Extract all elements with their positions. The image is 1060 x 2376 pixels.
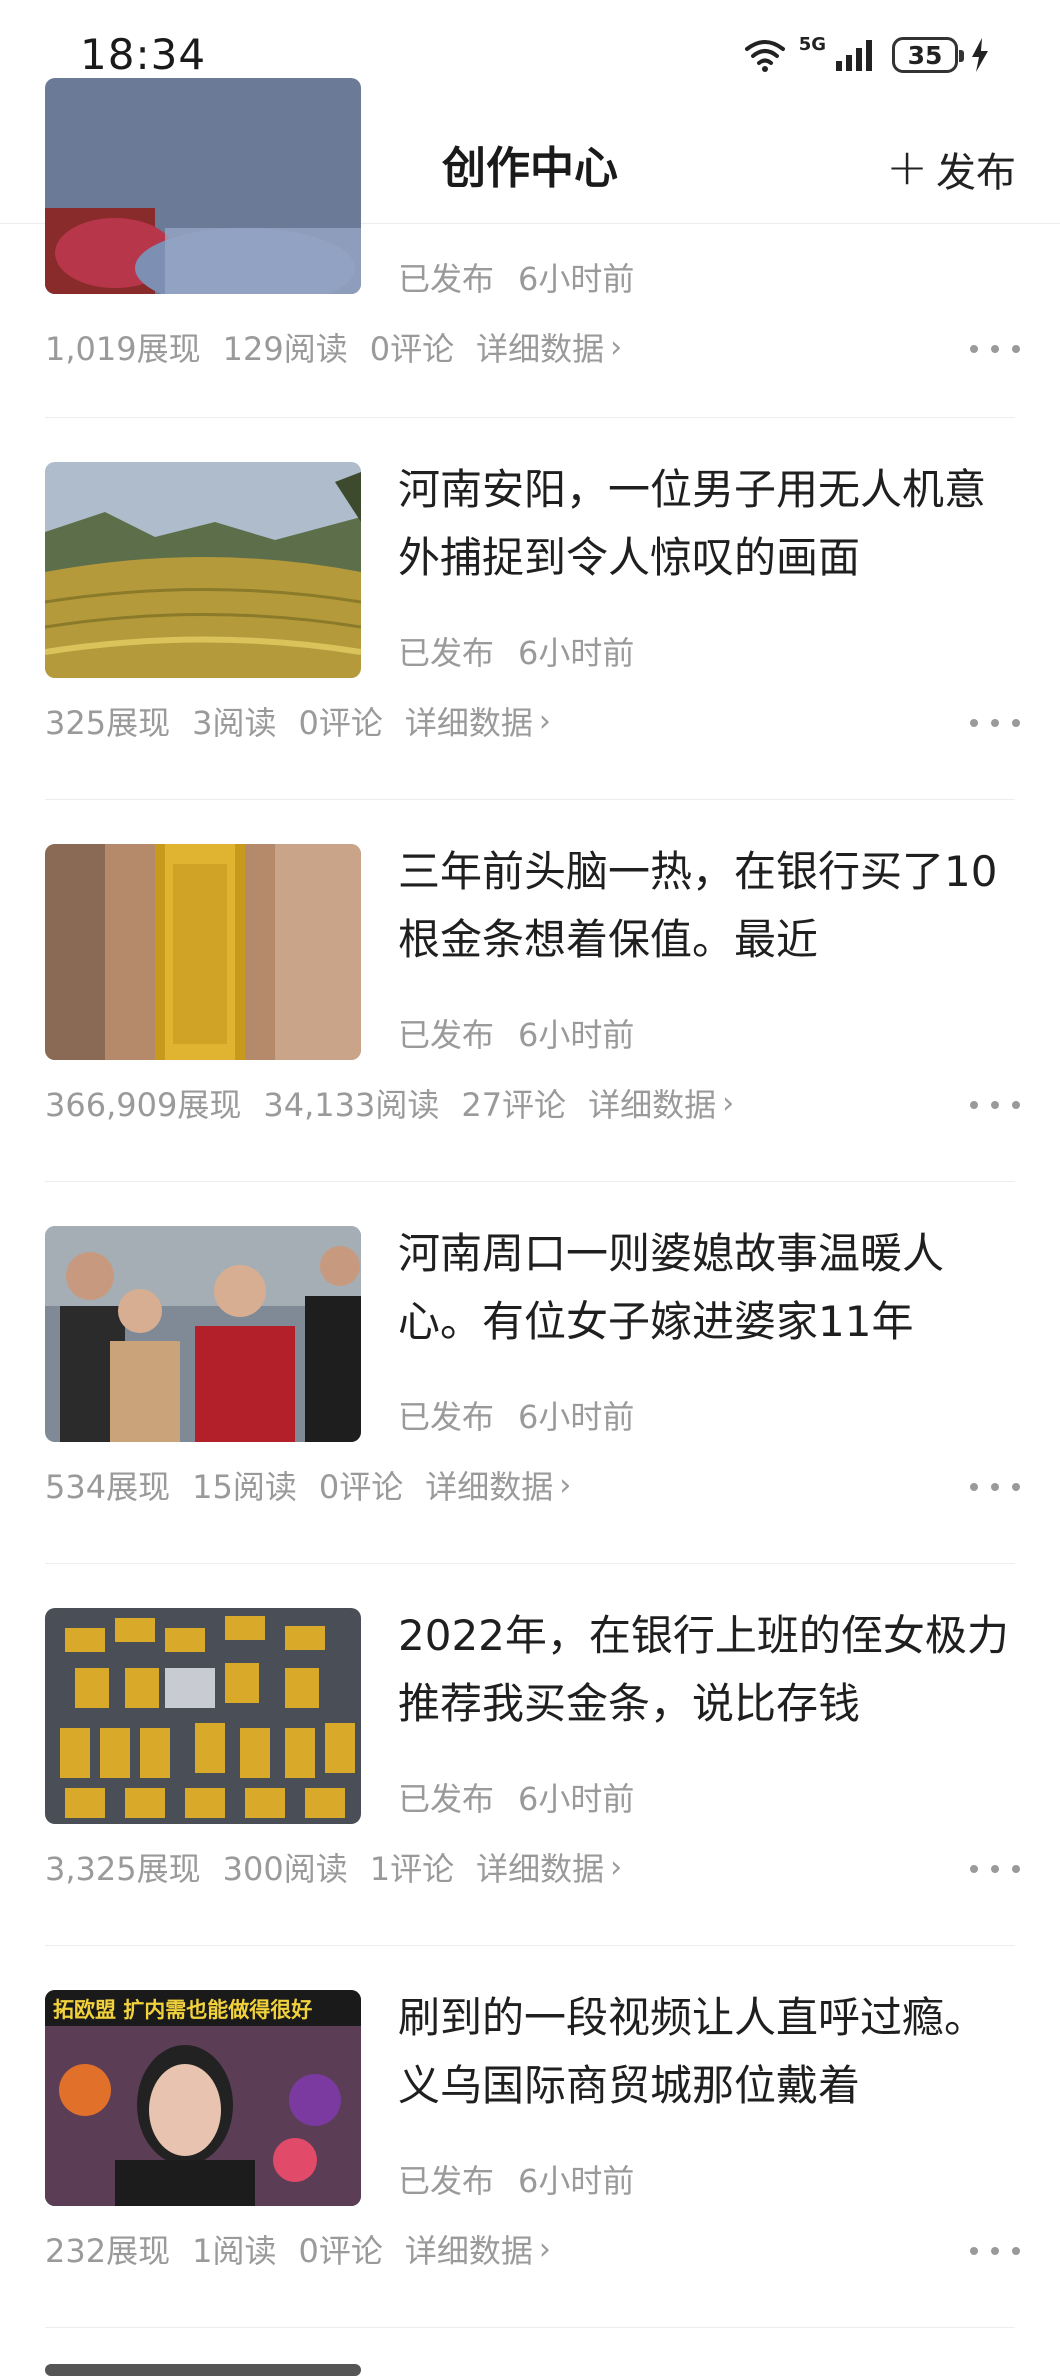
more-options-icon[interactable] bbox=[970, 1854, 1020, 1884]
article-title[interactable]: 河南安阳，一位男子用无人机意外捕捉到令人惊叹的画面 bbox=[398, 456, 1018, 592]
detail-data-link[interactable]: 详细数据 bbox=[588, 1080, 716, 1126]
signal-icon bbox=[834, 37, 880, 73]
article-title[interactable]: 刷到的一段视频让人直呼过瘾。义乌国际商贸城那位戴着 bbox=[398, 1984, 1018, 2120]
plus-icon: + bbox=[886, 138, 928, 196]
publish-button[interactable]: + 发布 bbox=[886, 115, 1016, 223]
comments-count: 0评论 bbox=[298, 704, 383, 742]
article-meta: 已发布 6小时前 bbox=[398, 1010, 634, 1056]
divider bbox=[45, 1945, 1015, 1946]
publish-time: 6小时前 bbox=[518, 1398, 635, 1436]
article-stats: 534展现 15阅读 0评论 详细数据 › bbox=[45, 1462, 593, 1508]
article-thumbnail bbox=[45, 78, 361, 294]
comments-count: 1评论 bbox=[369, 1850, 455, 1888]
publish-time: 6小时前 bbox=[518, 260, 635, 298]
divider bbox=[45, 417, 1015, 418]
reads-count: 129阅读 bbox=[222, 330, 348, 368]
publish-status: 已发布 bbox=[398, 260, 495, 298]
wifi-icon bbox=[743, 37, 787, 73]
more-options-icon[interactable] bbox=[970, 2236, 1020, 2266]
divider bbox=[45, 2327, 1015, 2328]
article-thumbnail: 拓欧盟 扩内需也能做得很好 bbox=[45, 1990, 361, 2206]
article-thumbnail bbox=[45, 1226, 361, 1442]
views-count: 3,325展现 bbox=[45, 1850, 201, 1888]
battery-icon: 35 bbox=[892, 37, 964, 73]
chevron-right-icon: › bbox=[610, 329, 623, 365]
article-title[interactable]: 河南周口一则婆媳故事温暖人心。有位女子嫁进婆家11年 bbox=[398, 1220, 1018, 1356]
publish-status: 已发布 bbox=[398, 1016, 495, 1054]
reads-count: 3阅读 bbox=[192, 704, 277, 742]
chevron-right-icon: › bbox=[722, 1085, 735, 1121]
publish-time: 6小时前 bbox=[518, 1780, 635, 1818]
article-title[interactable]: 三年前头脑一热，在银行买了10根金条想着保值。最近 bbox=[398, 838, 1018, 974]
publish-status: 已发布 bbox=[398, 634, 495, 672]
article-meta: 已发布 6小时前 bbox=[398, 1774, 634, 1820]
divider bbox=[45, 1181, 1015, 1182]
battery-level: 35 bbox=[907, 40, 943, 70]
article-thumbnail bbox=[45, 2364, 361, 2376]
article-stats: 325展现 3阅读 0评论 详细数据 › bbox=[45, 698, 573, 744]
chevron-right-icon: › bbox=[610, 1849, 623, 1885]
article-thumbnail bbox=[45, 1608, 361, 1824]
views-count: 534展现 bbox=[45, 1468, 171, 1506]
article-meta: 已发布 6小时前 bbox=[398, 1392, 634, 1438]
comments-count: 0评论 bbox=[298, 2232, 383, 2270]
article-meta: 已发布 6小时前 bbox=[398, 254, 634, 300]
publish-status: 已发布 bbox=[398, 1780, 495, 1818]
article-meta: 已发布 6小时前 bbox=[398, 2156, 634, 2202]
article-stats: 1,019展现 129阅读 0评论 详细数据 › bbox=[45, 324, 644, 370]
publish-status: 已发布 bbox=[398, 2162, 495, 2200]
status-time: 18:34 bbox=[80, 30, 207, 79]
reads-count: 15阅读 bbox=[192, 1468, 297, 1506]
more-options-icon[interactable] bbox=[970, 1472, 1020, 1502]
article-stats: 232展现 1阅读 0评论 详细数据 › bbox=[45, 2226, 573, 2272]
detail-data-link[interactable]: 详细数据 bbox=[425, 1462, 553, 1508]
publish-label: 发布 bbox=[936, 150, 1016, 196]
reads-count: 34,133阅读 bbox=[263, 1086, 440, 1124]
publish-status: 已发布 bbox=[398, 1398, 495, 1436]
views-count: 232展现 bbox=[45, 2232, 171, 2270]
reads-count: 1阅读 bbox=[192, 2232, 277, 2270]
views-count: 1,019展现 bbox=[45, 330, 201, 368]
chevron-right-icon: › bbox=[559, 1467, 572, 1503]
detail-data-link[interactable]: 详细数据 bbox=[405, 698, 533, 744]
article-thumbnail bbox=[45, 844, 361, 1060]
more-options-icon[interactable] bbox=[970, 708, 1020, 738]
publish-time: 6小时前 bbox=[518, 634, 635, 672]
publish-time: 6小时前 bbox=[518, 1016, 635, 1054]
article-stats: 366,909展现 34,133阅读 27评论 详细数据 › bbox=[45, 1080, 756, 1126]
divider bbox=[45, 799, 1015, 800]
detail-data-link[interactable]: 详细数据 bbox=[405, 2226, 533, 2272]
views-count: 325展现 bbox=[45, 704, 171, 742]
comments-count: 27评论 bbox=[461, 1086, 567, 1124]
chevron-right-icon: › bbox=[538, 703, 551, 739]
charging-icon bbox=[970, 38, 990, 72]
comments-count: 0评论 bbox=[318, 1468, 404, 1506]
comments-count: 0评论 bbox=[369, 330, 455, 368]
chevron-right-icon: › bbox=[538, 2231, 551, 2267]
publish-time: 6小时前 bbox=[518, 2162, 635, 2200]
thumbnail-caption: 拓欧盟 扩内需也能做得很好 bbox=[53, 1998, 313, 2022]
detail-data-link[interactable]: 详细数据 bbox=[476, 324, 604, 370]
detail-data-link[interactable]: 详细数据 bbox=[476, 1844, 604, 1890]
views-count: 366,909展现 bbox=[45, 1086, 242, 1124]
article-meta: 已发布 6小时前 bbox=[398, 628, 634, 674]
more-options-icon[interactable] bbox=[970, 334, 1020, 364]
article-stats: 3,325展现 300阅读 1评论 详细数据 › bbox=[45, 1844, 644, 1890]
article-title[interactable]: 2022年，在银行上班的侄女极力推荐我买金条，说比存钱 bbox=[398, 1602, 1018, 1738]
status-icons: 5G 35 bbox=[743, 32, 990, 78]
network-type: 5G bbox=[798, 34, 826, 55]
more-options-icon[interactable] bbox=[970, 1090, 1020, 1120]
article-thumbnail bbox=[45, 462, 361, 678]
reads-count: 300阅读 bbox=[222, 1850, 348, 1888]
divider bbox=[45, 1563, 1015, 1564]
